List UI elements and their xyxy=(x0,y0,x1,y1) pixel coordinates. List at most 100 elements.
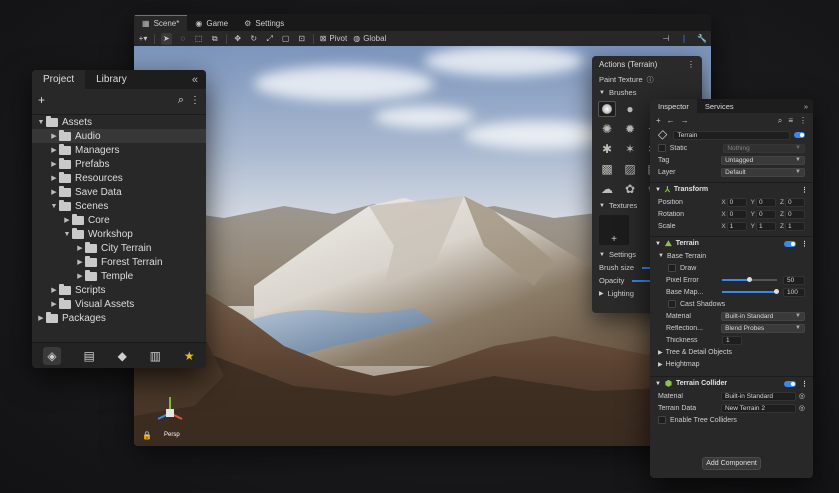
scale-tool-icon[interactable]: ⤢ xyxy=(265,33,275,45)
tree-item[interactable]: ▶ Packages xyxy=(32,311,206,325)
tab-inspector[interactable]: Inspector xyxy=(650,99,697,113)
tree-colliders-checkbox[interactable] xyxy=(658,416,666,424)
y-field[interactable]: 1 xyxy=(756,221,777,231)
object-picker-icon[interactable]: ◎ xyxy=(799,404,805,412)
search-icon[interactable]: ⌕ xyxy=(778,116,782,126)
tree-item[interactable]: ▼ Workshop xyxy=(32,227,206,241)
move-tool-icon[interactable]: ✥ xyxy=(233,33,243,45)
x-field[interactable]: 0 xyxy=(726,209,747,219)
brush-blob[interactable]: ▩ xyxy=(598,161,616,177)
terrain-collider-header[interactable]: ▼ ⬢ Terrain Collider ⋮ xyxy=(650,376,813,390)
more-icon[interactable]: ⋮ xyxy=(801,240,808,248)
collider-material-field[interactable]: Built-in Standard xyxy=(720,391,796,401)
brush-cloud[interactable]: ☁ xyxy=(598,181,616,197)
layers-icon[interactable]: ◈ xyxy=(43,346,61,365)
y-field[interactable]: 0 xyxy=(756,197,777,207)
tab-settings[interactable]: ⚙ Settings xyxy=(236,15,292,31)
more-icon[interactable]: ⋮ xyxy=(799,116,807,125)
heightmap-foldout[interactable]: ▶ Heightmap xyxy=(650,358,813,370)
tree-detail-foldout[interactable]: ▶ Tree & Detail Objects xyxy=(650,346,813,358)
z-field[interactable]: 0 xyxy=(785,197,805,207)
tree-item[interactable]: ▶ Visual Assets xyxy=(32,297,206,311)
chevron-right-icon[interactable]: ▶ xyxy=(49,300,59,308)
lasso-tool-icon[interactable]: ◌ xyxy=(178,33,188,45)
rect-select-icon[interactable]: ⬚ xyxy=(194,33,204,45)
texture-slot[interactable]: + xyxy=(599,215,629,245)
tree-item[interactable]: ▶ Audio xyxy=(32,129,206,143)
tab-scene[interactable]: ▦ Scene* xyxy=(134,15,188,31)
wrench-icon[interactable]: 🔧 xyxy=(697,33,707,45)
thickness-field[interactable]: 1 xyxy=(722,335,742,345)
snap-icon[interactable]: ⊣ xyxy=(661,33,671,45)
tree-item[interactable]: ▶ Resources xyxy=(32,171,206,185)
add-icon[interactable]: + xyxy=(38,93,45,107)
lock-icon[interactable]: 🔒 xyxy=(142,431,152,440)
terrain-enabled-toggle[interactable] xyxy=(784,240,796,247)
filter-icon[interactable]: ≡ xyxy=(788,116,793,125)
base-map-field[interactable]: 100 xyxy=(783,287,805,297)
brush-blob[interactable]: ▨ xyxy=(621,161,639,177)
tag-dropdown[interactable]: Untagged ▼ xyxy=(721,155,805,165)
z-field[interactable]: 1 xyxy=(785,221,805,231)
tree-item[interactable]: ▼ Assets xyxy=(32,115,206,129)
forward-arrow-icon[interactable]: → xyxy=(681,116,689,125)
add-icon[interactable]: + xyxy=(656,116,661,125)
brushes-foldout[interactable]: ▼ Brushes xyxy=(592,86,702,99)
pixel-error-field[interactable]: 50 xyxy=(783,275,805,285)
back-arrow-icon[interactable]: ← xyxy=(667,116,675,125)
collapse-icon[interactable]: « xyxy=(192,70,206,89)
tree-item[interactable]: ▶ Prefabs xyxy=(32,157,206,171)
more-icon[interactable]: ⋮ xyxy=(801,186,808,194)
chevron-down-icon[interactable]: ▼ xyxy=(36,119,46,126)
tree-item[interactable]: ▶ Managers xyxy=(32,143,206,157)
chevron-right-icon[interactable]: ▶ xyxy=(36,314,46,322)
tree-item[interactable]: ▶ Save Data xyxy=(32,185,206,199)
persp-label[interactable]: Persp xyxy=(164,432,180,438)
z-field[interactable]: 0 xyxy=(785,209,805,219)
y-field[interactable]: 0 xyxy=(756,209,777,219)
pivot-toggle[interactable]: ⊠ Pivot xyxy=(320,34,348,43)
tree-item[interactable]: ▼ Scenes xyxy=(32,199,206,213)
terrain-data-field[interactable]: New Terrain 2 xyxy=(720,403,796,413)
tab-project[interactable]: Project xyxy=(32,70,86,89)
select-tool-icon[interactable]: ➤ xyxy=(161,32,172,45)
view-gizmo[interactable] xyxy=(150,391,190,431)
brush-star[interactable]: ✱ xyxy=(598,141,616,157)
slider-knob[interactable] xyxy=(774,289,779,294)
tree-item[interactable]: ▶ Scripts xyxy=(32,283,206,297)
static-checkbox[interactable] xyxy=(658,144,666,152)
chevron-right-icon[interactable]: ▶ xyxy=(49,132,59,140)
expand-icon[interactable]: » xyxy=(804,99,813,113)
object-name-field[interactable]: Terrain xyxy=(673,130,790,140)
collider-enabled-toggle[interactable] xyxy=(784,380,796,387)
static-dropdown[interactable]: Nothing ▼ xyxy=(723,143,805,153)
layer-dropdown[interactable]: Default ▼ xyxy=(721,167,805,177)
draw-checkbox[interactable] xyxy=(668,264,676,272)
chevron-right-icon[interactable]: ▶ xyxy=(75,258,85,266)
chevron-right-icon[interactable]: ▶ xyxy=(75,272,85,280)
brush-soft-round[interactable] xyxy=(598,101,616,117)
paint-bucket-icon[interactable]: ◆ xyxy=(118,349,127,363)
chevron-right-icon[interactable]: ▶ xyxy=(62,216,72,224)
add-component-button[interactable]: Add Component xyxy=(702,457,761,470)
more-icon[interactable]: ⋮ xyxy=(190,95,200,106)
base-map-slider[interactable] xyxy=(722,289,779,294)
add-menu-icon[interactable]: +▾ xyxy=(138,33,148,45)
x-field[interactable]: 0 xyxy=(726,197,747,207)
tab-game[interactable]: ◉ Game xyxy=(187,15,236,31)
tree-item[interactable]: ▶ Temple xyxy=(32,269,206,283)
document-icon[interactable]: ▤ xyxy=(83,349,94,363)
tree-item[interactable]: ▶ City Terrain xyxy=(32,241,206,255)
chevron-right-icon[interactable]: ▶ xyxy=(49,174,59,182)
paint-texture-row[interactable]: Paint Texture ⓘ xyxy=(592,73,702,86)
active-toggle[interactable] xyxy=(793,132,805,138)
pixel-error-slider[interactable] xyxy=(722,277,777,282)
more-icon[interactable]: ⋮ xyxy=(687,60,695,69)
brush-splat[interactable]: ✹ xyxy=(621,121,639,137)
brush-cloud[interactable]: ✿ xyxy=(621,181,639,197)
tab-library[interactable]: Library xyxy=(85,70,138,89)
base-terrain-foldout[interactable]: ▼ Base Terrain xyxy=(650,250,813,262)
chevron-right-icon[interactable]: ▶ xyxy=(49,188,59,196)
tree-item[interactable]: ▶ Core xyxy=(32,213,206,227)
star-icon[interactable]: ★ xyxy=(184,349,195,363)
